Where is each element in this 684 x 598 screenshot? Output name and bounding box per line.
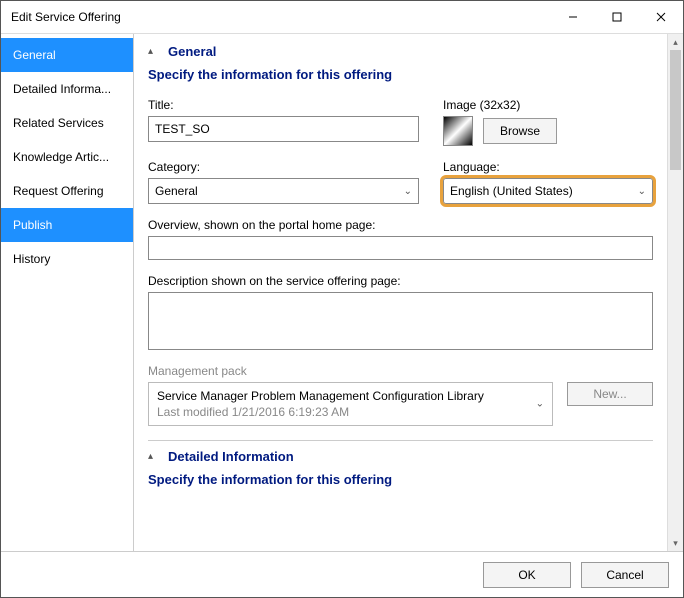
- chevron-down-icon: ⌄: [536, 399, 544, 410]
- new-mgmt-button[interactable]: New...: [567, 382, 653, 406]
- browse-label: Browse: [500, 124, 540, 138]
- ok-label: OK: [518, 568, 535, 582]
- dialog-footer: OK Cancel: [1, 551, 683, 597]
- minimize-button[interactable]: [551, 1, 595, 33]
- window-controls: [551, 1, 683, 33]
- category-select[interactable]: General ⌄: [148, 178, 419, 204]
- nav-general[interactable]: General: [1, 38, 133, 72]
- scroll-up-icon[interactable]: ▴: [668, 34, 683, 50]
- browse-button[interactable]: Browse: [483, 118, 557, 144]
- mgmt-pack-name: Service Manager Problem Management Confi…: [157, 389, 544, 403]
- description-input[interactable]: [148, 292, 653, 350]
- language-label: Language:: [443, 160, 653, 174]
- chevron-up-icon: ▴: [148, 451, 160, 462]
- cancel-label: Cancel: [606, 568, 643, 582]
- image-label: Image (32x32): [443, 98, 653, 112]
- nav-detailed-information[interactable]: Detailed Informa...: [1, 72, 133, 106]
- mgmt-pack-select[interactable]: Service Manager Problem Management Confi…: [148, 382, 553, 426]
- dialog-window: Edit Service Offering General Detailed I…: [0, 0, 684, 598]
- mgmt-label: Management pack: [148, 364, 653, 378]
- nav-label: Detailed Informa...: [13, 82, 111, 96]
- language-value: English (United States): [450, 184, 573, 198]
- nav-request-offering[interactable]: Request Offering: [1, 174, 133, 208]
- chevron-down-icon: ⌄: [404, 186, 412, 197]
- nav-history[interactable]: History: [1, 242, 133, 276]
- category-value: General: [155, 184, 198, 198]
- close-button[interactable]: [639, 1, 683, 33]
- nav-label: Request Offering: [13, 184, 104, 198]
- section-header-detailed[interactable]: ▴ Detailed Information: [148, 445, 653, 464]
- nav-label: General: [13, 48, 56, 62]
- ok-button[interactable]: OK: [483, 562, 571, 588]
- cancel-button[interactable]: Cancel: [581, 562, 669, 588]
- chevron-up-icon: ▴: [148, 46, 160, 57]
- section-title: General: [168, 44, 216, 59]
- section-header-general[interactable]: ▴ General: [148, 40, 653, 59]
- description-label: Description shown on the service offerin…: [148, 274, 653, 288]
- category-label: Category:: [148, 160, 419, 174]
- nav-label: Related Services: [13, 116, 104, 130]
- section-title: Detailed Information: [168, 449, 294, 464]
- title-label: Title:: [148, 98, 419, 112]
- maximize-button[interactable]: [595, 1, 639, 33]
- nav-publish[interactable]: Publish: [1, 208, 133, 242]
- scroll-thumb[interactable]: [670, 50, 681, 170]
- section-divider: [148, 440, 653, 441]
- nav-related-services[interactable]: Related Services: [1, 106, 133, 140]
- image-preview: [443, 116, 473, 146]
- title-input[interactable]: [148, 116, 419, 142]
- window-title: Edit Service Offering: [11, 10, 121, 24]
- language-select[interactable]: English (United States) ⌄: [443, 178, 653, 204]
- title-bar: Edit Service Offering: [1, 1, 683, 33]
- nav-knowledge-articles[interactable]: Knowledge Artic...: [1, 140, 133, 174]
- vertical-scrollbar[interactable]: ▴ ▾: [667, 34, 683, 551]
- new-label: New...: [593, 387, 626, 401]
- nav-label: Knowledge Artic...: [13, 150, 109, 164]
- overview-input[interactable]: [148, 236, 653, 260]
- nav-label: History: [13, 252, 50, 266]
- chevron-down-icon: ⌄: [638, 186, 646, 197]
- sidebar-nav: General Detailed Informa... Related Serv…: [1, 34, 134, 551]
- content-pane: ▴ General Specify the information for th…: [134, 34, 667, 551]
- section-subtitle: Specify the information for this offerin…: [148, 59, 653, 98]
- section-subtitle: Specify the information for this offerin…: [148, 464, 653, 507]
- scroll-down-icon[interactable]: ▾: [668, 535, 683, 551]
- mgmt-pack-modified: Last modified 1/21/2016 6:19:23 AM: [157, 405, 544, 419]
- overview-label: Overview, shown on the portal home page:: [148, 218, 653, 232]
- nav-label: Publish: [13, 218, 52, 232]
